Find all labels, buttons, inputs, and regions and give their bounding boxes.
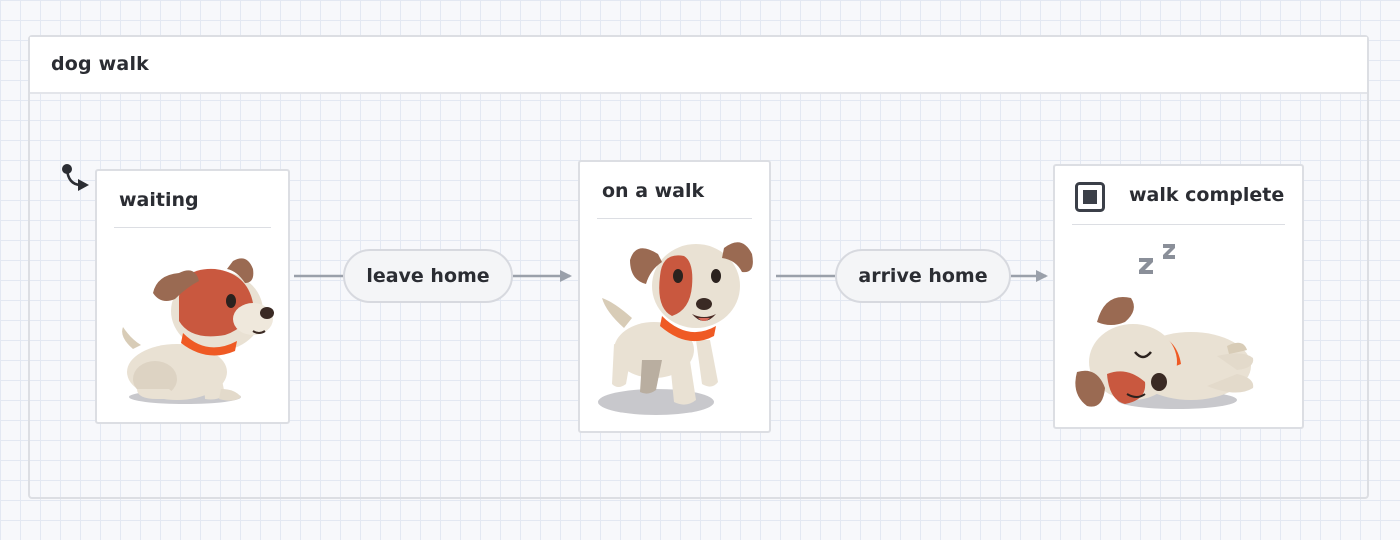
state-walk-complete[interactable]: walk complete xyxy=(1053,164,1304,429)
state-divider xyxy=(114,227,271,228)
state-title: waiting xyxy=(119,189,199,211)
state-divider xyxy=(597,218,752,219)
sleeping-z-icon xyxy=(1139,244,1175,274)
walking-dog-illustration xyxy=(598,242,753,415)
machine-header: dog walk xyxy=(30,37,1367,94)
event-leave-home[interactable]: leave home xyxy=(343,249,513,303)
state-title: on a walk xyxy=(602,180,705,202)
machine-title: dog walk xyxy=(51,53,149,75)
sitting-dog-illustration xyxy=(122,258,274,404)
state-waiting[interactable]: waiting xyxy=(95,169,290,424)
state-divider xyxy=(1072,224,1285,225)
state-on-a-walk[interactable]: on a walk xyxy=(578,160,771,433)
state-title: walk complete xyxy=(1129,184,1285,206)
event-arrive-home[interactable]: arrive home xyxy=(835,249,1011,303)
final-state-icon xyxy=(1075,182,1105,212)
sleeping-dog-illustration xyxy=(1075,244,1254,409)
